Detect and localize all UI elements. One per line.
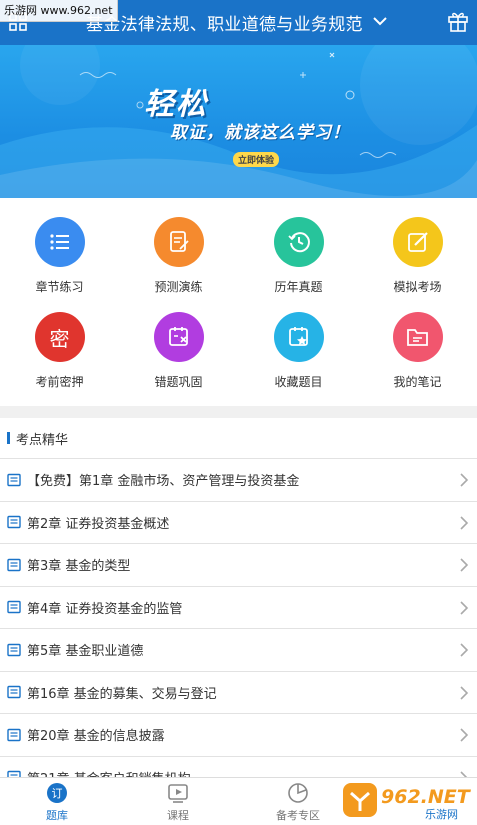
document-icon	[7, 686, 21, 699]
folder-icon	[392, 312, 443, 362]
clock-icon	[273, 217, 324, 267]
tab-question-bank[interactable]: 订 题库	[12, 782, 102, 823]
svg-text:乐游网: 乐游网	[425, 808, 458, 821]
chevron-right-icon	[460, 685, 469, 700]
section-title: 考点精华	[16, 432, 69, 448]
section-divider	[0, 406, 477, 418]
chapter-title: 第16章 基金的募集、交易与登记	[27, 686, 217, 702]
chapter-title: 【免费】第1章 金融市场、资产管理与投资基金	[27, 474, 300, 490]
feature-chapter-practice[interactable]: 章节练习	[0, 217, 119, 295]
document-icon	[7, 558, 21, 571]
feature-pre-exam-secret[interactable]: 密 考前密押	[0, 312, 119, 390]
document-icon	[7, 643, 21, 656]
feature-label: 错题巩固	[154, 375, 203, 389]
list-icon	[34, 217, 85, 267]
tab-courses[interactable]: 课程	[133, 782, 223, 823]
feature-label: 模拟考场	[393, 280, 442, 294]
watermark: 乐游网 www.962.net	[0, 0, 118, 22]
chapter-title: 第2章 证券投资基金概述	[27, 516, 170, 532]
promo-banner[interactable]: 轻松 取证，就该这么学习！ 立即体验	[0, 45, 477, 198]
try-now-button[interactable]: 立即体验	[233, 152, 280, 167]
subject-title[interactable]: 基金法律法规、职业道德与业务规范	[86, 10, 363, 35]
chevron-right-icon	[460, 473, 469, 487]
feature-past-exams[interactable]: 历年真题	[239, 217, 358, 295]
chapter-title: 第5章 基金职业道德	[27, 644, 144, 660]
list-item[interactable]: 第20章 基金的信息披露	[0, 713, 477, 756]
chevron-down-icon[interactable]	[371, 12, 389, 30]
feature-wrong-questions[interactable]: 错题巩固	[119, 312, 238, 390]
feature-predict-drill[interactable]: 预测演练	[119, 217, 238, 295]
document-icon	[7, 473, 21, 486]
feature-grid: 章节练习 预测演练 历年真题 模拟考场 密 考前密押 错题巩固 收藏题目 我的笔…	[0, 198, 477, 406]
list-item[interactable]: 【免费】第1章 金融市场、资产管理与投资基金	[0, 458, 477, 501]
section-header: 考点精华	[0, 418, 477, 458]
list-item[interactable]: 第2章 证券投资基金概述	[0, 500, 477, 544]
tab-label: 课程	[167, 809, 189, 822]
list-item[interactable]: 第5章 基金职业道德	[0, 628, 477, 671]
list-item[interactable]: 第4章 证券投资基金的监管	[0, 585, 477, 629]
chapter-list: 【免费】第1章 金融市场、资产管理与投资基金 第2章 证券投资基金概述 第3章 …	[0, 458, 477, 798]
banner-headline: 轻松	[144, 87, 208, 122]
document-icon	[7, 516, 21, 529]
feature-label: 考前密押	[35, 375, 84, 389]
site-logo: 962.NET 乐游网	[343, 783, 472, 821]
secret-icon: 密	[34, 312, 85, 362]
edit-doc-icon	[153, 217, 204, 267]
feature-label: 收藏题目	[274, 375, 323, 389]
pie-clock-icon	[288, 783, 308, 803]
tab-label: 备考专区	[276, 809, 320, 822]
feature-favorites[interactable]: 收藏题目	[239, 312, 358, 390]
list-item[interactable]: 第3章 基金的类型	[0, 543, 477, 586]
calendar-x-icon	[153, 312, 204, 362]
document-icon	[7, 601, 21, 614]
chevron-right-icon	[460, 515, 469, 530]
list-item[interactable]: 第16章 基金的募集、交易与登记	[0, 670, 477, 714]
chevron-right-icon	[460, 600, 469, 615]
chapter-title: 第4章 证券投资基金的监管	[27, 601, 183, 617]
banner-slogan: 取证，就该这么学习！	[170, 123, 350, 143]
feature-label: 历年真题	[274, 280, 323, 294]
feature-label: 章节练习	[35, 280, 84, 294]
feature-mock-exam[interactable]: 模拟考场	[358, 217, 477, 295]
chevron-right-icon	[460, 728, 469, 742]
feature-label: 我的笔记	[393, 375, 442, 389]
document-icon	[7, 728, 21, 741]
svg-text:962.NET: 962.NET	[381, 786, 472, 808]
play-course-icon	[168, 784, 188, 803]
chapter-title: 第20章 基金的信息披露	[27, 729, 165, 745]
section-accent-bar	[7, 432, 10, 444]
chevron-right-icon	[460, 558, 469, 572]
tab-exam-prep[interactable]: 备考专区	[253, 782, 343, 823]
svg-text:订: 订	[52, 787, 63, 800]
feature-my-notes[interactable]: 我的笔记	[358, 312, 477, 390]
gift-icon[interactable]	[447, 9, 469, 33]
question-bank-icon: 订	[47, 783, 67, 803]
chevron-right-icon	[460, 643, 469, 657]
tab-label: 题库	[46, 809, 68, 822]
calendar-star-icon	[273, 312, 324, 362]
pencil-icon	[392, 217, 443, 267]
chapter-title: 第3章 基金的类型	[27, 559, 131, 575]
feature-label: 预测演练	[154, 280, 203, 294]
